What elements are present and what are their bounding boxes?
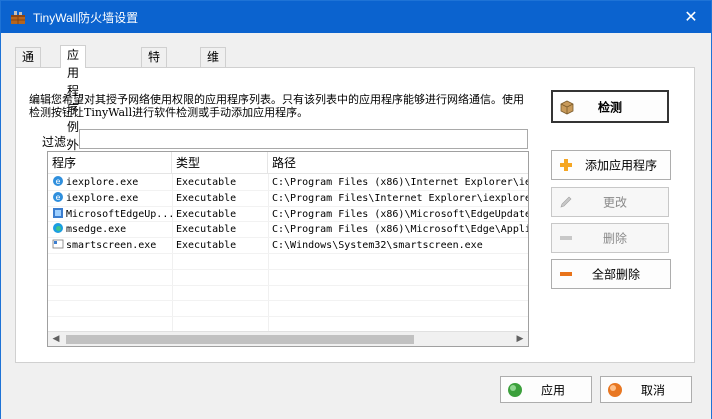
detect-label: 检测 [597,100,622,114]
row-type: Executable [176,208,237,220]
remove-button[interactable]: 删除 [551,223,669,253]
remove-all-label: 全部删除 [591,267,640,282]
row-path: C:\Program Files\Internet Explorer\iexpl… [272,192,528,204]
row-program: smartscreen.exe [66,240,157,252]
row-type: Executable [176,192,237,204]
smartscreen-icon [52,239,64,249]
row-program: msedge.exe [66,224,127,236]
tab-general[interactable]: 通用 [15,47,42,82]
scroll-right-icon[interactable]: ▶ [512,332,528,346]
ie-icon: e [53,191,63,202]
column-header-type[interactable]: 类型 [172,152,268,174]
detect-button[interactable]: 检测 [551,90,669,123]
modify-button[interactable]: 更改 [551,187,669,217]
add-application-button[interactable]: 添加应用程序 [551,150,671,180]
application-list[interactable]: 程序 类型 路径 e iexplore.exe Executable C:\Pr… [47,151,529,347]
window-title: TinyWall防火墙设置 [33,11,139,25]
table-row[interactable]: e iexplore.exe Executable C:\Program Fil… [48,191,528,207]
svg-text:e: e [56,177,61,186]
tab-special-exceptions[interactable]: 特殊例外 [141,47,168,118]
list-rows: e iexplore.exe Executable C:\Program Fil… [48,175,528,333]
empty-row [48,270,528,286]
row-program: MicrosoftEdgeUp... [66,208,172,220]
close-icon: ✕ [684,7,698,26]
description-text: 编辑您希望对其授予网络使用权限的应用程序列表。只有该列表中的应用程序能够进行网络… [29,93,524,119]
ie-icon: e [53,176,63,186]
empty-row [48,301,528,318]
scroll-thumb[interactable] [66,335,414,344]
edge-update-icon [53,207,63,218]
tinywall-app-icon [11,11,25,24]
table-row[interactable]: msedge.exe Executable C:\Program Files (… [48,222,528,239]
modify-label: 更改 [602,195,627,210]
settings-window: TinyWall防火墙设置 ✕ 通用 应用程序例外 特殊例外 维护 编辑您希望对… [0,0,712,419]
row-type: Executable [176,224,237,236]
table-row[interactable]: MicrosoftEdgeUp... Executable C:\Program… [48,207,528,223]
row-type: Executable [176,240,237,252]
row-program: iexplore.exe [66,192,139,204]
column-header-path[interactable]: 路径 [268,152,528,174]
table-row[interactable]: e iexplore.exe Executable C:\Program Fil… [48,175,528,191]
row-path: C:\Windows\System32\smartscreen.exe [272,240,483,252]
remove-all-button[interactable]: 全部删除 [551,259,671,289]
column-header-program[interactable]: 程序 [48,152,172,174]
cancel-label: 取消 [640,383,665,397]
add-application-label: 添加应用程序 [584,158,657,173]
title-bar[interactable]: TinyWall防火墙设置 ✕ [1,1,711,33]
scroll-left-icon[interactable]: ◀ [48,332,64,346]
tab-app-exceptions[interactable]: 应用程序例外 [60,45,87,152]
row-path: C:\Program Files (x86)\Microsoft\Edge\Ap… [272,224,528,236]
apply-label: 应用 [540,383,565,397]
row-program: iexplore.exe [66,177,139,188]
close-button[interactable]: ✕ [671,1,711,33]
row-path: C:\Program Files (x86)\Internet Explorer… [272,177,528,188]
filter-label: 过滤: [42,135,70,149]
filter-input[interactable] [79,129,528,149]
empty-row [48,286,528,302]
svg-text:e: e [56,193,61,202]
row-type: Executable [176,177,237,188]
horizontal-scrollbar[interactable]: ◀ ▶ [48,331,528,346]
edge-icon [53,223,63,234]
list-header: 程序 类型 路径 [48,152,528,174]
apply-button[interactable]: 应用 [500,376,592,403]
remove-label: 删除 [602,231,627,246]
empty-row [48,254,528,270]
cancel-button[interactable]: 取消 [600,376,692,403]
table-row[interactable]: smartscreen.exe Executable C:\Windows\Sy… [48,238,528,254]
tab-maintenance[interactable]: 维护 [200,47,227,82]
row-path: C:\Program Files (x86)\Microsoft\EdgeUpd… [272,208,528,220]
